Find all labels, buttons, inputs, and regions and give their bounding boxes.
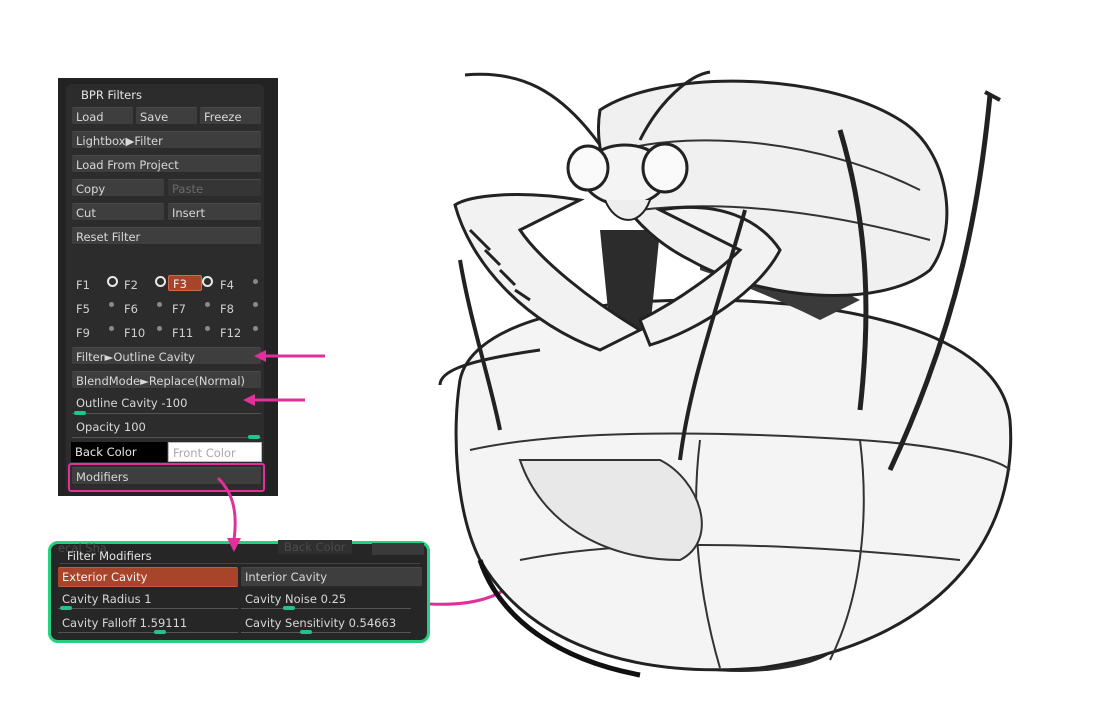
arrow-modifiers-to-panel bbox=[216, 476, 241, 552]
mantis-render-image bbox=[438, 70, 1013, 678]
arrow-to-outline-cavity bbox=[243, 394, 305, 406]
arrow-to-filter bbox=[254, 350, 325, 362]
overlay-layer bbox=[216, 70, 1013, 678]
